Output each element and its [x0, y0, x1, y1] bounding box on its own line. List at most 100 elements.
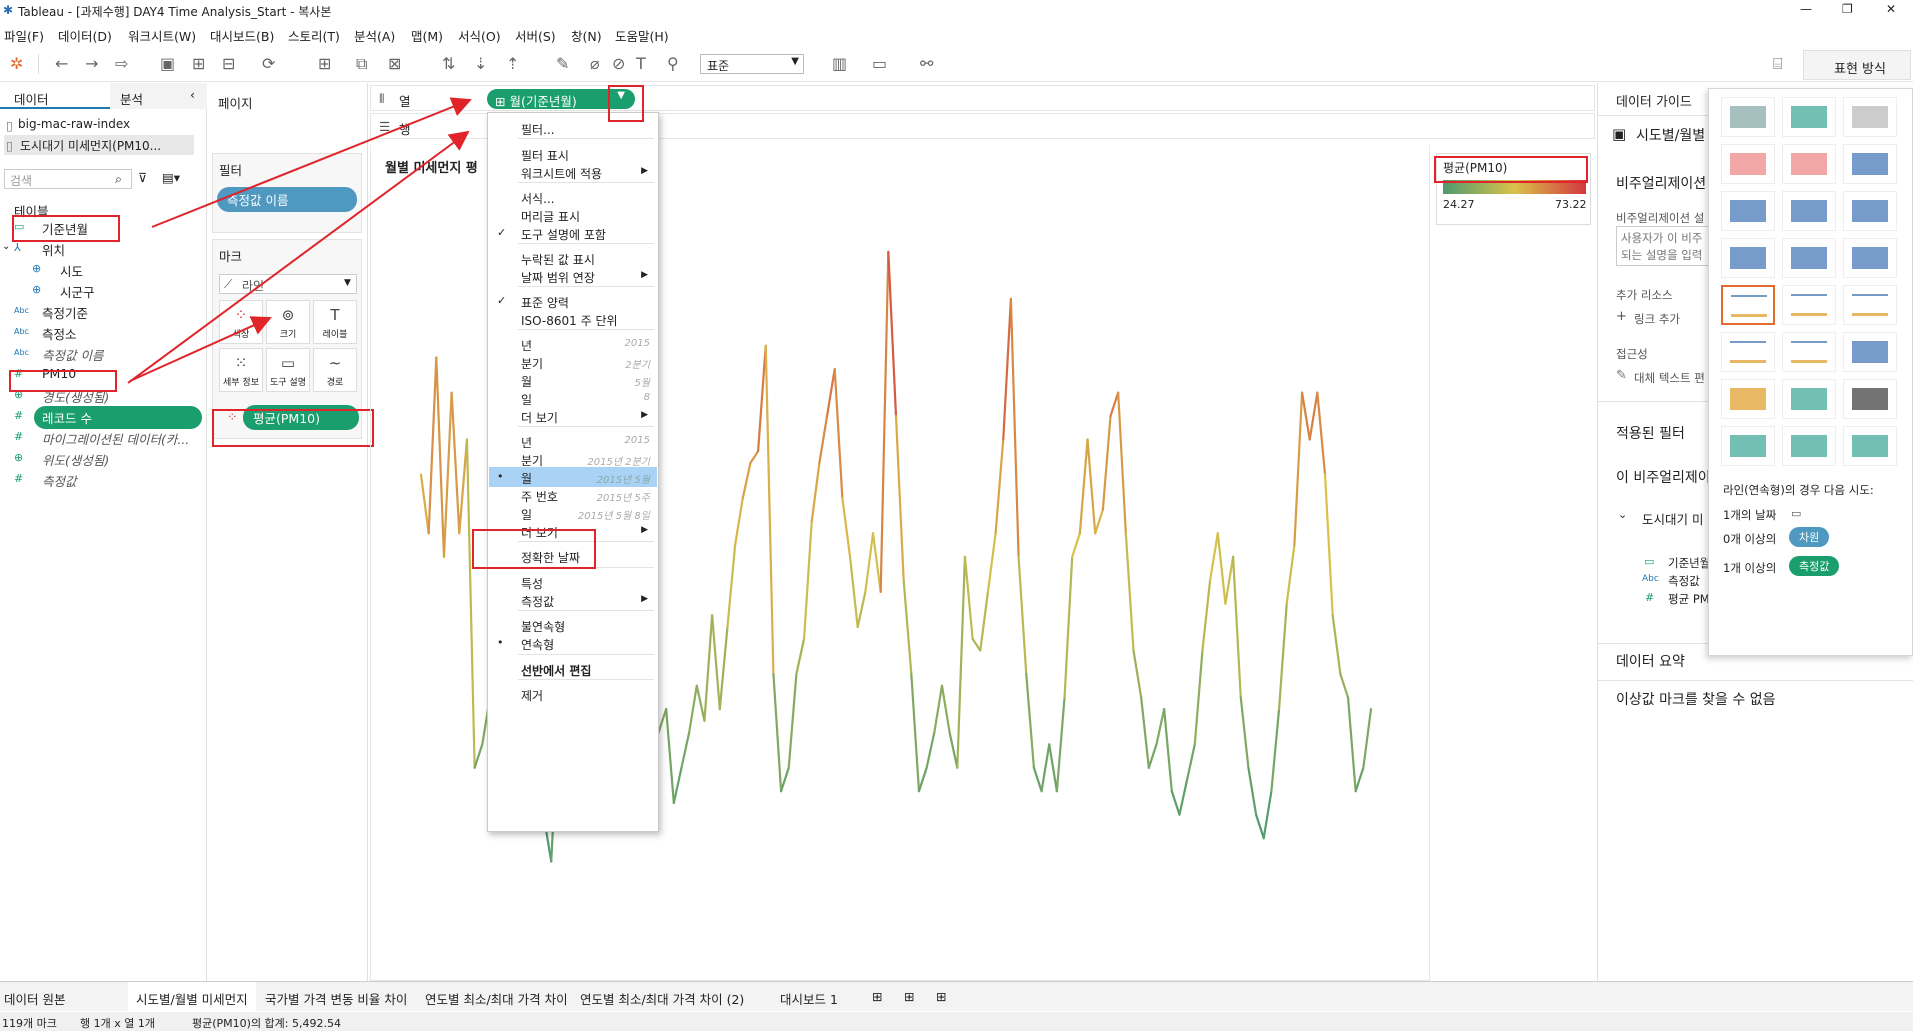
line-segment[interactable] [864, 532, 875, 593]
line-segment[interactable] [1247, 766, 1258, 816]
pages-card[interactable]: 페이지 [212, 87, 362, 131]
menu-item[interactable]: 도구 설명에 포함 [521, 226, 606, 243]
line-segment[interactable] [1048, 743, 1058, 793]
filter-pill[interactable]: 측정값 이름 [217, 187, 357, 212]
line-segment[interactable] [1124, 532, 1135, 652]
filter-icon[interactable]: ⊽ [138, 170, 147, 185]
menu-10[interactable]: 도움말(H) [615, 26, 669, 45]
line-segment[interactable] [1262, 790, 1273, 840]
line-segment[interactable] [1354, 766, 1365, 793]
group-icon[interactable]: ⌀ [590, 54, 600, 73]
line-segment[interactable] [887, 250, 898, 418]
menu-item[interactable]: 워크시트에 적용 [521, 165, 602, 182]
chart-icon[interactable]: ▥ [832, 54, 847, 73]
line-segment[interactable] [1231, 555, 1242, 699]
line-segment[interactable] [718, 625, 729, 711]
line-segment[interactable] [894, 414, 905, 582]
line-segment[interactable] [1293, 391, 1304, 547]
redo-icon[interactable]: → [85, 54, 98, 73]
columns-shelf[interactable]: ⦀ 열 ⊞ 월(기준년월) ▼ [370, 85, 1595, 111]
path-button[interactable]: ∼ 경로 [313, 348, 357, 392]
field-item[interactable]: ⊕ 시도 [0, 259, 206, 279]
line-segment[interactable] [1277, 602, 1288, 711]
undo-icon[interactable]: ← [55, 54, 68, 73]
menu-item[interactable]: 표준 양력 [521, 294, 569, 311]
tooltip-button[interactable]: ▭ 도구 설명 [266, 348, 310, 392]
new-worksheet-icon[interactable]: ⊞ [318, 54, 331, 73]
line-segment[interactable] [427, 356, 438, 535]
line-segment[interactable] [1339, 672, 1350, 699]
line-segment[interactable] [657, 708, 668, 734]
menu-item[interactable]: 필터... [521, 121, 555, 138]
field-item[interactable]: ⊕ 위도(생성됨) [0, 448, 206, 468]
menu-item[interactable]: 년 [521, 434, 532, 451]
fit-select[interactable]: 표준 ▼ [700, 54, 804, 74]
line-segment[interactable] [473, 743, 484, 769]
sort-desc-icon[interactable]: ⇡ [506, 54, 519, 73]
menu-item[interactable]: 더 보기 [521, 409, 558, 426]
menu-3[interactable]: 대시보드(B) [210, 26, 274, 45]
source-2[interactable]: 도시대기 미세먼지(PM10... [20, 137, 161, 154]
show-me-treemap-icon[interactable] [1721, 238, 1775, 278]
search-input[interactable]: 검색 ⌕ [4, 169, 132, 189]
show-me-symbol-map-icon[interactable] [1721, 144, 1775, 184]
show-me-highlight-table-icon[interactable] [1843, 97, 1897, 137]
line-segment[interactable] [688, 684, 698, 734]
detail-button[interactable]: ⁙ 세부 정보 [219, 348, 263, 392]
menu-item[interactable]: 특성 [521, 575, 543, 592]
line-segment[interactable] [1140, 696, 1150, 769]
sort-asc-icon[interactable]: ⇣ [474, 54, 487, 73]
show-me-area-continuous-icon[interactable] [1721, 332, 1775, 372]
menu-9[interactable]: 창(N) [571, 26, 602, 45]
line-segment[interactable] [695, 684, 706, 722]
new-story-icon[interactable]: ⊞ [936, 989, 946, 1004]
line-segment[interactable] [994, 438, 1005, 535]
line-segment[interactable] [672, 766, 683, 805]
line-segment[interactable] [1032, 766, 1043, 793]
label-button[interactable]: T 레이블 [313, 300, 357, 344]
show-me-line-continuous-icon[interactable] [1721, 285, 1775, 325]
field-item[interactable]: ⊕ 시군구 [0, 280, 206, 300]
menu-item[interactable]: 누락된 값 표시 [521, 251, 595, 268]
show-me-dual-combo-icon[interactable] [1843, 332, 1897, 372]
field-item[interactable]: # 레코드 수 [0, 406, 206, 429]
line-segment[interactable] [779, 766, 790, 793]
menu-item[interactable]: 날짜 범위 연장 [521, 269, 595, 286]
line-segment[interactable] [764, 344, 775, 676]
menu-item[interactable]: 분기 [521, 355, 543, 372]
field-item[interactable]: Abc 측정기준 [0, 301, 206, 321]
line-segment[interactable] [971, 637, 982, 652]
line-segment[interactable] [1285, 543, 1296, 605]
line-segment[interactable] [1323, 473, 1334, 617]
clear-sheet-icon[interactable]: ⊠ [388, 54, 401, 73]
line-segment[interactable] [1009, 297, 1020, 558]
show-me-filled-map-icon[interactable] [1782, 144, 1836, 184]
line-segment[interactable] [1224, 555, 1235, 605]
line-segment[interactable] [1331, 614, 1342, 676]
line-segment[interactable] [419, 473, 430, 535]
show-me-area-discrete-icon[interactable] [1782, 332, 1836, 372]
line-segment[interactable] [963, 555, 974, 640]
menu-item[interactable]: 년 [521, 337, 532, 354]
line-segment[interactable] [465, 438, 476, 769]
field-item[interactable]: Abc 측정소 [0, 322, 206, 342]
line-segment[interactable] [741, 461, 752, 500]
presentation-icon[interactable]: ▭ [872, 54, 887, 73]
menu-8[interactable]: 서버(S) [515, 26, 556, 45]
new-sheet-icon[interactable]: ⊞ [872, 989, 882, 1004]
minimize-icon[interactable]: — [1800, 2, 1812, 16]
line-segment[interactable] [1132, 649, 1143, 699]
swap-axes-icon[interactable]: ⇅ [442, 54, 455, 73]
menu-item[interactable]: 필터 표시 [521, 147, 569, 164]
line-segment[interactable] [1186, 743, 1196, 781]
menu-item[interactable]: 주 번호 [521, 488, 558, 505]
line-segment[interactable] [802, 520, 813, 640]
tab-data[interactable]: 데이터 [0, 83, 110, 109]
menu-1[interactable]: 데이터(D) [58, 26, 112, 45]
menu-item[interactable]: 선반에서 편집 [521, 662, 591, 679]
line-segment[interactable] [1216, 532, 1227, 605]
menu-6[interactable]: 맵(M) [411, 26, 443, 45]
line-segment[interactable] [1002, 297, 1013, 441]
line-segment[interactable] [1201, 579, 1212, 652]
duplicate-sheet-icon[interactable]: ⧉ [356, 54, 367, 74]
